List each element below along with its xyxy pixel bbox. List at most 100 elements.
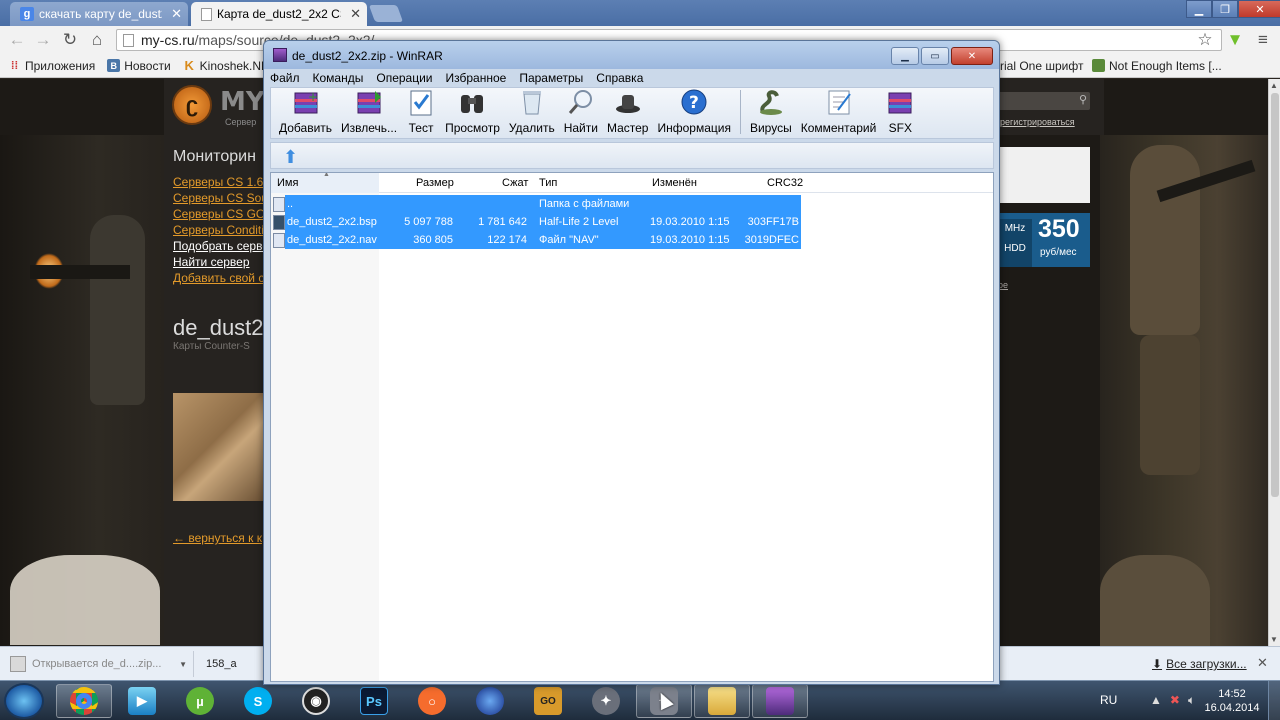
view-button[interactable]: Просмотр: [445, 88, 500, 138]
reload-icon[interactable]: ↻: [59, 30, 81, 50]
download-item[interactable]: Открывается de_d....zip... ▼: [4, 651, 194, 677]
vk-icon: B: [107, 59, 121, 72]
menu-operations[interactable]: Операции: [376, 71, 432, 85]
start-button[interactable]: [4, 683, 44, 719]
clock[interactable]: 14:52 16.04.2014: [1202, 687, 1262, 715]
taskbar-game-app[interactable]: ✦: [578, 684, 634, 718]
table-row[interactable]: de_dust2_2x2.nav 360 805 122 174 Файл "N…: [285, 231, 801, 249]
add-button[interactable]: + Добавить: [279, 88, 332, 138]
chevron-down-icon[interactable]: ▼: [179, 660, 187, 669]
bookmark-kinoshek[interactable]: K Kinoshek.NE: [183, 58, 269, 73]
column-modified[interactable]: Изменён: [652, 177, 697, 189]
table-row[interactable]: de_dust2_2x2.bsp 5 097 788 1 781 642 Hal…: [285, 213, 801, 231]
nav-link-cs16[interactable]: Серверы CS 1.6: [173, 174, 269, 190]
nav-link-cz[interactable]: Серверы Conditi: [173, 222, 269, 238]
nav-link-find-server[interactable]: Найти сервер: [173, 254, 269, 270]
up-folder-arrow-icon[interactable]: ⬆: [283, 147, 298, 168]
map-title: de_dust2: [173, 315, 264, 340]
close-tab-icon[interactable]: ✕: [346, 6, 361, 22]
column-size[interactable]: Размер: [416, 177, 454, 189]
taskbar-chrome[interactable]: [56, 684, 112, 718]
menu-file[interactable]: Файл: [270, 71, 300, 85]
winrar-titlebar[interactable]: de_dust2_2x2.zip - WinRAR ▁ ▭ ✕: [264, 41, 999, 69]
minimize-icon[interactable]: ▁: [891, 47, 919, 65]
table-row[interactable]: .. Папка с файлами: [285, 195, 801, 213]
nav-link-csgo[interactable]: Серверы CS GO: [173, 206, 269, 222]
soldier-figure: [90, 215, 145, 405]
volume-icon[interactable]: 🔈︎: [1188, 693, 1195, 708]
new-tab-button[interactable]: [368, 5, 404, 22]
maximize-icon[interactable]: ▭: [921, 47, 949, 65]
page-icon: [201, 7, 212, 21]
column-packed[interactable]: Сжат: [502, 177, 528, 189]
tray-arrow-icon[interactable]: ▲: [1150, 693, 1162, 708]
winrar-toolbar: + Добавить Извлечь... Тест Просмотр Удал…: [270, 87, 994, 139]
page-scrollbar[interactable]: ▲ ▼: [1268, 79, 1280, 646]
close-tab-icon[interactable]: ✕: [167, 6, 182, 22]
file-list[interactable]: Имя ▲ Размер Сжат Тип Изменён CRC32 .. П…: [270, 172, 994, 682]
menu-commands[interactable]: Команды: [313, 71, 364, 85]
comment-button[interactable]: Комментарий: [801, 88, 876, 138]
taskbar-utorrent[interactable]: µ: [172, 684, 228, 718]
extract-button[interactable]: Извлечь...: [341, 88, 397, 138]
download-item[interactable]: 158_a: [200, 651, 479, 707]
menu-favorites[interactable]: Избранное: [446, 71, 507, 85]
menu-icon[interactable]: ≡: [1252, 30, 1274, 50]
nav-link-pick-server[interactable]: Подобрать серве: [173, 238, 269, 254]
column-crc[interactable]: CRC32: [767, 177, 803, 189]
menu-options[interactable]: Параметры: [519, 71, 583, 85]
taskbar-skype[interactable]: S: [230, 684, 286, 718]
taskbar-csgo[interactable]: GO: [520, 684, 576, 718]
taskbar-globe-app[interactable]: [462, 684, 518, 718]
name-column-shade: [271, 193, 379, 681]
bookmark-apps[interactable]: ⁞⁞ Приложения: [8, 59, 95, 73]
scrollbar-thumb[interactable]: [1271, 93, 1279, 497]
bookmark-nei[interactable]: Not Enough Items [...: [1092, 59, 1222, 73]
minimize-icon[interactable]: ▁: [1186, 0, 1212, 18]
nav-link-add-server[interactable]: Добавить свой с: [173, 270, 269, 286]
taskbar-obs[interactable]: ◉: [288, 684, 344, 718]
taskbar-origin[interactable]: ○: [404, 684, 460, 718]
network-icon[interactable]: ✖: [1170, 693, 1180, 708]
taskbar-media-player[interactable]: ▶: [114, 684, 170, 718]
bookmark-font[interactable]: rial One шрифт: [1000, 59, 1083, 73]
taskbar-winrar[interactable]: [752, 684, 808, 718]
back-link[interactable]: ← вернуться к к: [173, 531, 262, 545]
maximize-icon[interactable]: ❐: [1212, 0, 1238, 18]
all-downloads-link[interactable]: ⬇ Все загрузки...: [1152, 657, 1247, 671]
taskbar-explorer[interactable]: [694, 684, 750, 718]
test-button[interactable]: Тест: [406, 88, 436, 138]
virus-scan-button[interactable]: Вирусы: [750, 88, 792, 138]
back-arrow-icon[interactable]: ←: [6, 30, 28, 50]
bookmark-news[interactable]: B Новости: [107, 59, 171, 73]
hosting-banner[interactable]: MHz HDD 350 руб/мес: [998, 213, 1090, 267]
close-shelf-icon[interactable]: ✕: [1257, 655, 1268, 671]
site-logo[interactable]: ʗ: [172, 85, 212, 125]
register-link[interactable]: регистрироваться: [1000, 117, 1075, 127]
delete-button[interactable]: Удалить: [509, 88, 555, 138]
wizard-button[interactable]: Мастер: [607, 88, 648, 138]
close-window-icon[interactable]: ✕: [1238, 0, 1280, 18]
column-type[interactable]: Тип: [539, 177, 557, 189]
nav-link-css[interactable]: Серверы CS Sou: [173, 190, 269, 206]
show-desktop-button[interactable]: [1268, 681, 1280, 720]
extension-icon[interactable]: ▼: [1224, 30, 1246, 50]
browser-tab[interactable]: g скачать карту de_dust2_2 ✕: [10, 2, 188, 26]
scroll-up-icon[interactable]: ▲: [1270, 81, 1278, 90]
menu-help[interactable]: Справка: [596, 71, 643, 85]
column-name[interactable]: Имя: [277, 177, 298, 189]
taskbar-photoshop[interactable]: Ps: [346, 684, 402, 718]
info-button[interactable]: ? Информация: [657, 88, 731, 138]
browser-tab-active[interactable]: Карта de_dust2_2x2 CS So ✕: [191, 2, 367, 26]
site-search-input[interactable]: ⚲: [996, 92, 1090, 110]
map-screenshot[interactable]: [173, 393, 263, 501]
bookmark-star-icon[interactable]: ☆: [1194, 30, 1216, 50]
sfx-button[interactable]: SFX: [885, 88, 915, 138]
search-icon[interactable]: ⚲: [1079, 93, 1087, 106]
find-button[interactable]: Найти: [564, 88, 598, 138]
home-icon[interactable]: ⌂: [86, 30, 108, 50]
language-indicator[interactable]: RU: [1100, 693, 1117, 707]
scroll-down-icon[interactable]: ▼: [1270, 635, 1278, 644]
forward-arrow-icon[interactable]: →: [32, 30, 54, 50]
close-icon[interactable]: ✕: [951, 47, 993, 65]
